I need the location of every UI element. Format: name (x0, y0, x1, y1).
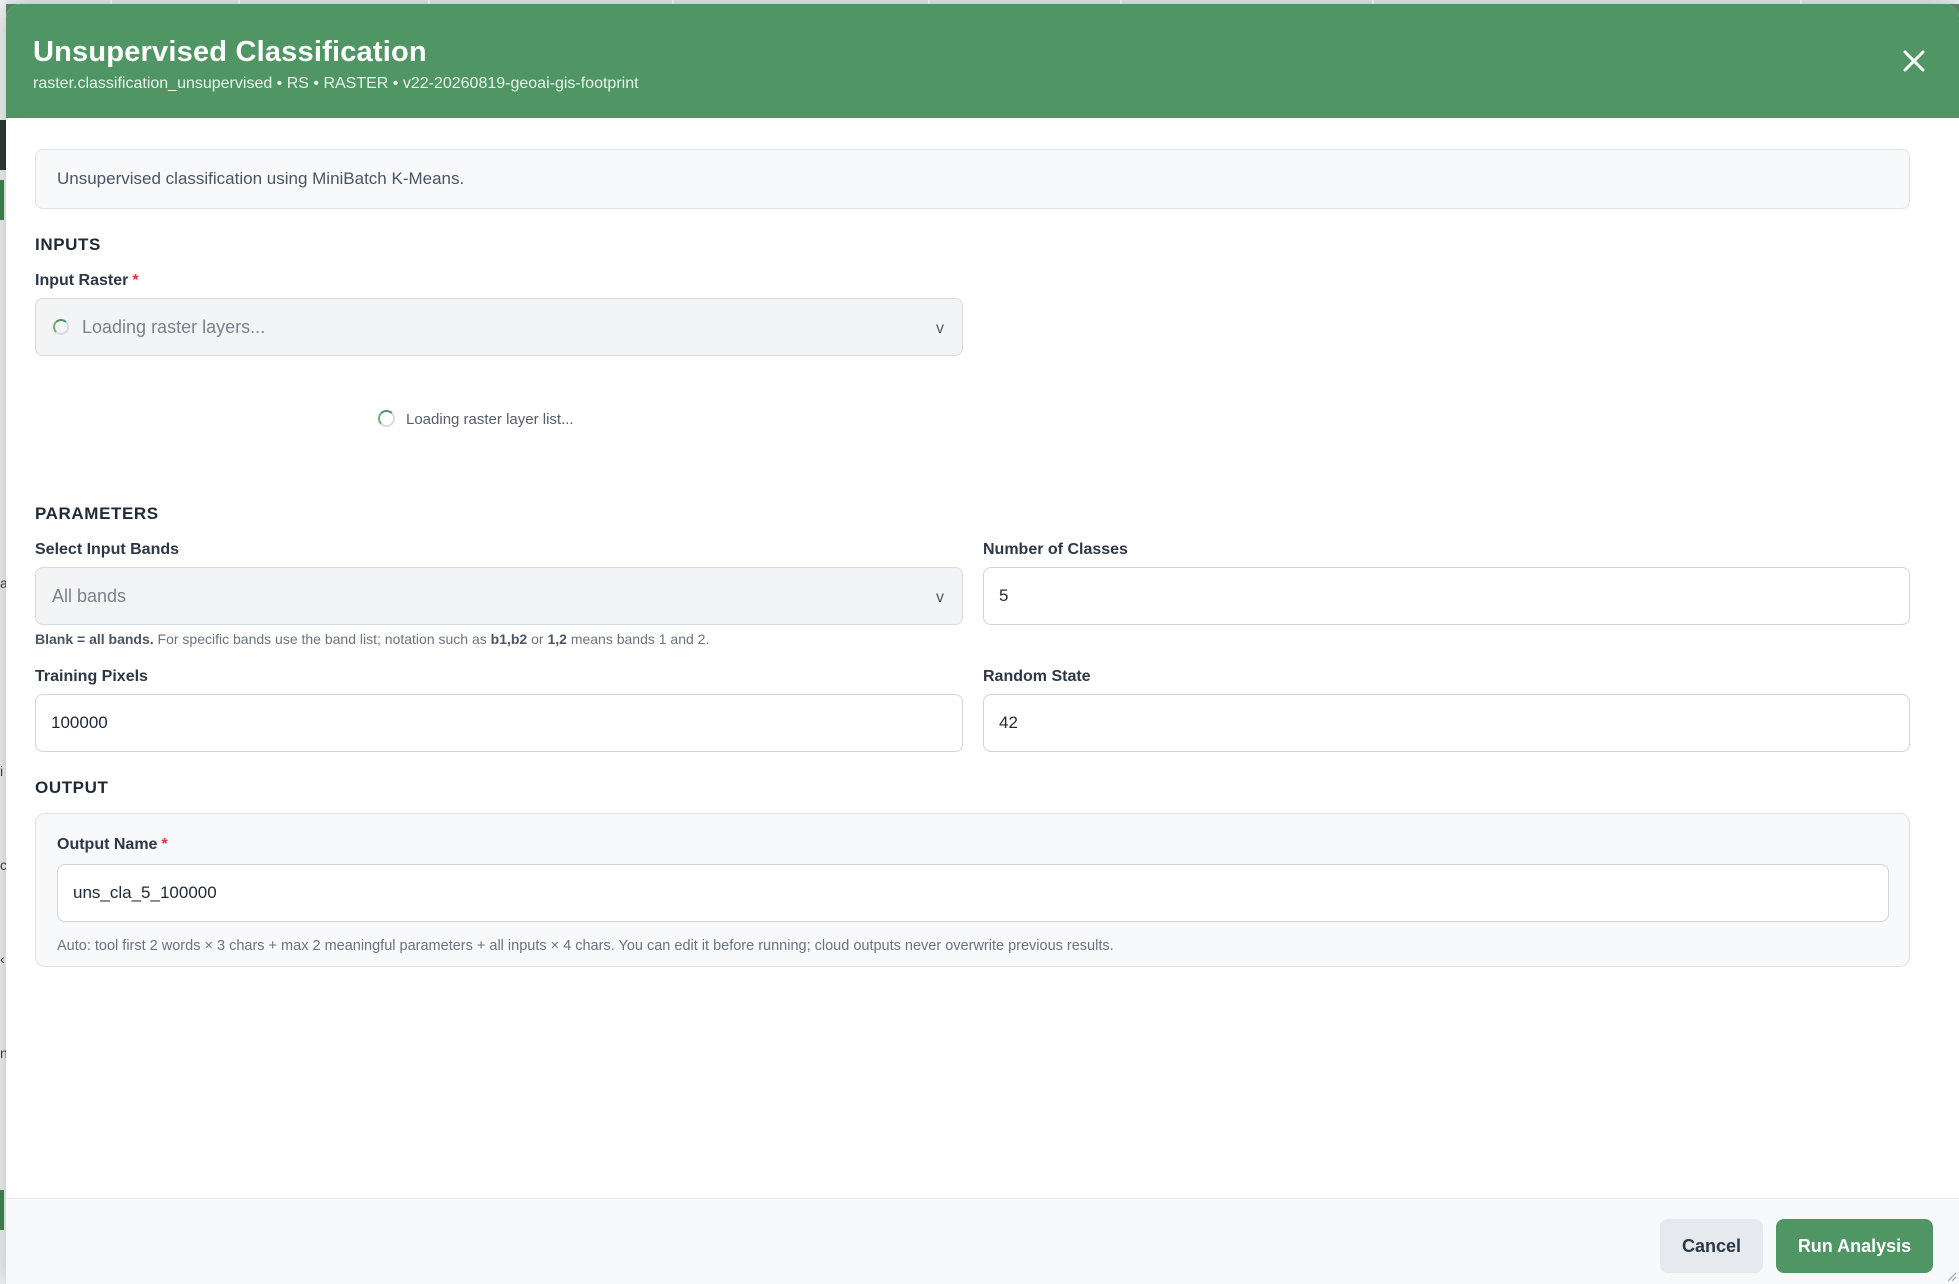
num-classes-label: Number of Classes (983, 541, 1128, 558)
output-name-label: Output Name * (57, 836, 168, 854)
dialog-footer: Cancel Run Analysis (6, 1198, 1959, 1284)
input-raster-label: Input Raster * (35, 272, 139, 290)
training-pixels-label: Training Pixels (35, 668, 148, 685)
chevron-down-icon: v (936, 589, 944, 606)
dialog-body: Unsupervised classification using MiniBa… (6, 118, 1959, 1198)
bands-hint-or: or (531, 631, 544, 647)
chevron-down-icon: v (936, 320, 944, 337)
loading-spinner-icon (378, 410, 395, 427)
classification-dialog: Unsupervised Classification raster.class… (6, 4, 1959, 1284)
dialog-header: Unsupervised Classification raster.class… (6, 4, 1959, 118)
bands-hint-example-1: b1,b2 (490, 631, 528, 647)
random-state-label: Random State (983, 668, 1091, 685)
close-button[interactable] (1899, 46, 1929, 76)
bands-hint-example-2: 1,2 (547, 631, 567, 647)
bands-select-value: All bands (52, 586, 127, 606)
output-panel: Output Name * uns_cla_5_100000 Auto: tool… (35, 813, 1910, 967)
output-name-label-text: Output Name (57, 836, 158, 853)
bands-hint-tail: means bands 1 and 2. (570, 631, 710, 647)
random-state-input[interactable]: 42 (983, 694, 1910, 752)
num-classes-input[interactable]: 5 (983, 567, 1910, 625)
training-pixels-input[interactable]: 100000 (35, 694, 963, 752)
close-icon (1903, 50, 1925, 72)
bands-select[interactable]: All bands v (35, 567, 963, 625)
tool-description: Unsupervised classification using MiniBa… (35, 149, 1910, 209)
dialog-subtitle: raster.classification_unsupervised • RS … (33, 75, 639, 92)
resize-handle-icon[interactable] (1945, 1270, 1957, 1282)
cancel-button[interactable]: Cancel (1660, 1219, 1763, 1273)
required-marker: * (132, 272, 139, 289)
bands-label: Select Input Bands (35, 541, 180, 558)
output-name-input[interactable]: uns_cla_5_100000 (57, 864, 1889, 922)
output-section-title: OUTPUT (35, 778, 109, 797)
bands-hint-bold: Blank = all bands. (35, 631, 154, 647)
bands-hint: Blank = all bands. For specific bands us… (35, 631, 709, 647)
input-raster-label-text: Input Raster (35, 272, 129, 289)
loading-spinner-icon (53, 319, 69, 335)
run-analysis-button[interactable]: Run Analysis (1776, 1219, 1933, 1273)
input-raster-select[interactable]: Loading raster layers... v (35, 298, 963, 356)
dialog-title: Unsupervised Classification (33, 36, 427, 68)
required-marker: * (161, 836, 168, 853)
inputs-section-title: INPUTS (35, 235, 101, 254)
raster-loading-text: Loading raster layer list... (406, 411, 574, 428)
output-name-hint: Auto: tool first 2 words × 3 chars + max… (57, 938, 1114, 954)
parameters-section-title: PARAMETERS (35, 504, 159, 523)
input-raster-placeholder: Loading raster layers... (82, 317, 266, 337)
bands-hint-text: For specific bands use the band list; no… (157, 631, 487, 647)
